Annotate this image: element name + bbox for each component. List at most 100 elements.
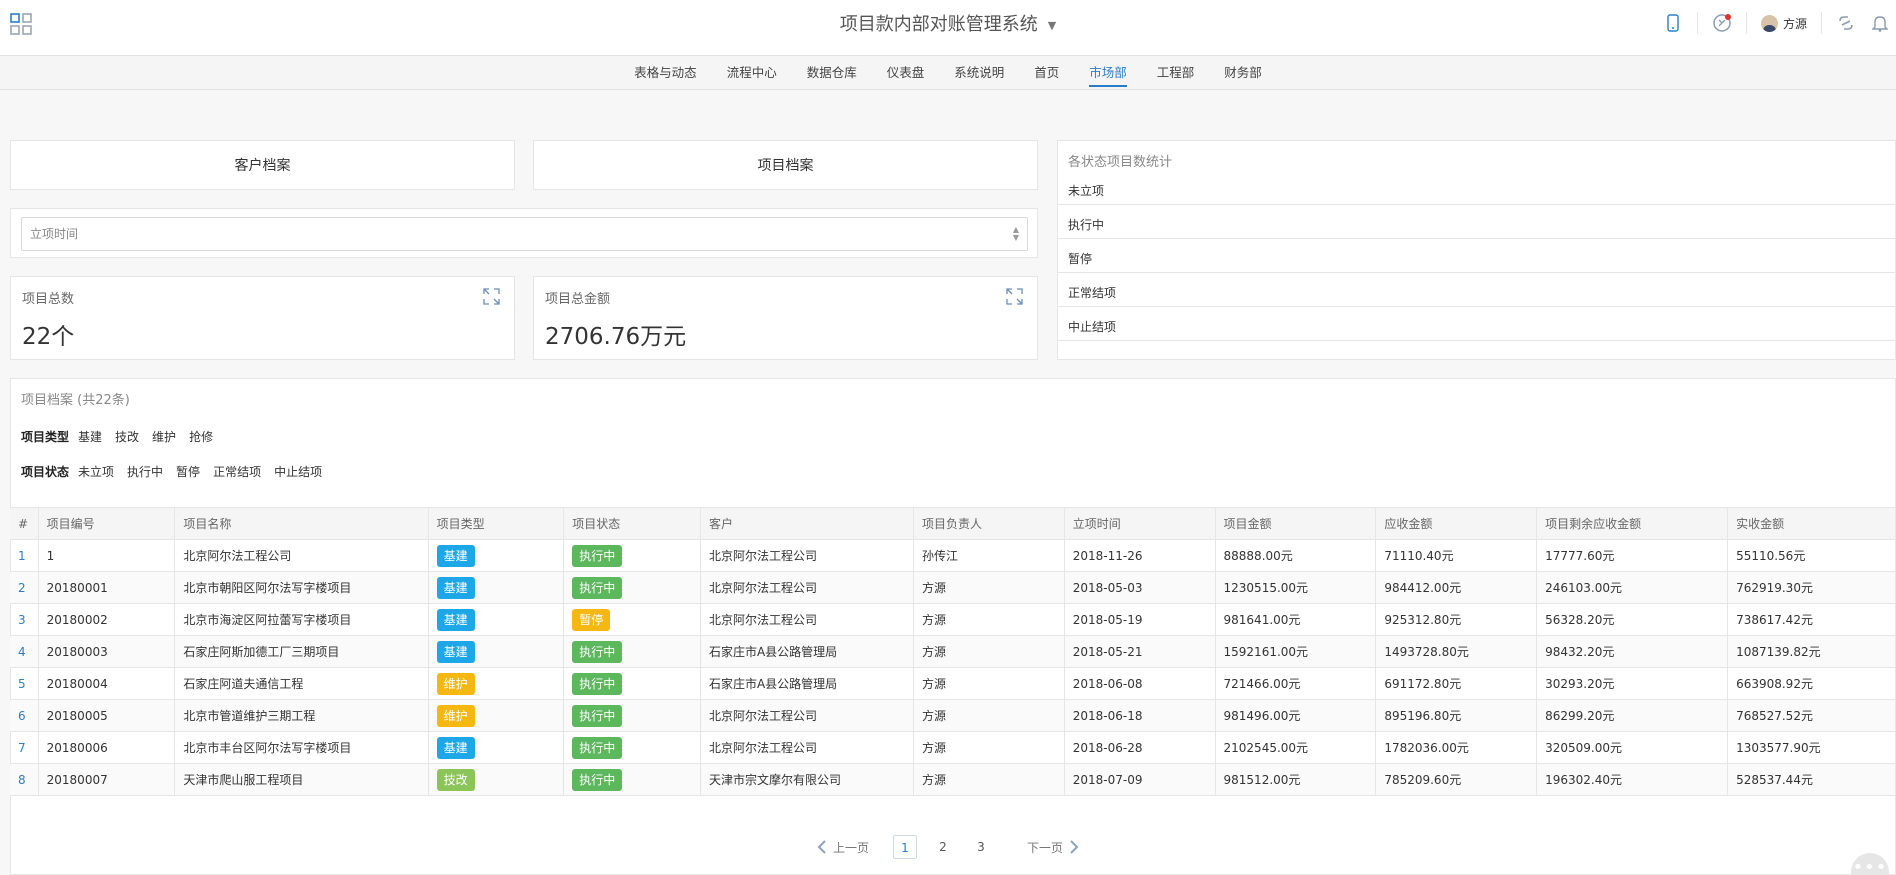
table-row[interactable]: 7 20180006 北京市丰台区阿尔法写字楼项目 基建 执行中 北京阿尔法工程公司 方源 2… <box>10 731 1896 764</box>
project-count-value: 22个 <box>22 324 75 350</box>
table-row[interactable]: 8 20180007 天津市爬山服工程项目 技改 执行中 天津市宗文摩尔有限公司 方源 201… <box>10 763 1896 796</box>
bell-icon[interactable] <box>1870 13 1890 33</box>
table-row[interactable]: 4 20180003 石家庄阿斯加德工厂三期项目 基建 执行中 石家庄市A县公路管理局 方源… <box>10 635 1896 668</box>
column-header[interactable]: 实收金额 <box>1727 507 1896 540</box>
table-cell: 北京市朝阳区阿尔法写字楼项目 <box>174 571 429 604</box>
status-badge: 执行中 <box>572 672 623 695</box>
table-cell: 984412.00元 <box>1375 571 1538 604</box>
page-button[interactable]: 3 <box>969 835 993 859</box>
table-cell: 20180006 <box>38 731 176 764</box>
customer-archive-button[interactable]: 客户档案 <box>10 140 515 190</box>
type-filter-option[interactable]: 基建 <box>78 428 102 445</box>
phone-icon[interactable] <box>1663 13 1683 33</box>
column-header[interactable]: # <box>10 507 39 540</box>
type-badge: 技改 <box>436 768 475 791</box>
table-cell: 北京阿尔法工程公司 <box>700 731 915 764</box>
column-header[interactable]: 应收金额 <box>1375 507 1538 540</box>
table-cell: 8 <box>10 763 39 796</box>
status-filter-option[interactable]: 执行中 <box>127 463 163 480</box>
status-badge: 执行中 <box>572 768 623 791</box>
divider <box>1696 12 1698 34</box>
column-header[interactable]: 立项时间 <box>1064 507 1216 540</box>
page-button[interactable]: 2 <box>931 835 955 859</box>
nav-item[interactable]: 工程部 <box>1142 56 1210 89</box>
app-title[interactable]: 项目款内部对账管理系统 ▼ <box>0 10 1896 36</box>
nav-item[interactable]: 表格与动态 <box>619 56 712 89</box>
notification-dot-icon[interactable] <box>1712 13 1732 33</box>
status-filter-option[interactable]: 中止结项 <box>274 463 322 480</box>
type-filter-label: 项目类型 <box>21 430 70 444</box>
expand-icon[interactable] <box>483 288 500 305</box>
table-cell: 3 <box>10 603 39 636</box>
chevron-down-icon[interactable]: ▼ <box>1048 19 1056 32</box>
page-button[interactable]: 1 <box>893 835 917 859</box>
nav-item[interactable]: 仪表盘 <box>872 56 940 89</box>
column-header[interactable]: 项目负责人 <box>913 507 1065 540</box>
column-header[interactable]: 项目金额 <box>1215 507 1377 540</box>
type-filter-option[interactable]: 抢修 <box>189 428 213 445</box>
column-header[interactable]: 客户 <box>700 507 915 540</box>
column-header[interactable]: 项目名称 <box>174 507 429 540</box>
status-stats-card: 各状态项目数统计 未立项 执行中 暂停 正常结项 中止结项 <box>1057 140 1896 360</box>
table-row[interactable]: 6 20180005 北京市管道维护三期工程 维护 执行中 北京阿尔法工程公司 方源 2018… <box>10 699 1896 732</box>
table-cell: 4 <box>10 635 39 668</box>
type-badge: 基建 <box>436 544 475 567</box>
nav-item[interactable]: 数据仓库 <box>792 56 872 89</box>
table-cell: 20180005 <box>38 699 176 732</box>
table-header-row: # 项目编号 项目名称 项目类型 项目状态 客户 项目负责人 立项时间 项目金额 应收金额 项目剩余… <box>10 507 1896 540</box>
next-page-label: 下一页 <box>1027 840 1064 855</box>
table-cell: 孙传江 <box>913 539 1065 572</box>
prev-page-button[interactable]: 上一页 <box>817 839 869 856</box>
divider <box>1745 12 1747 34</box>
table-cell: 2018-07-09 <box>1064 763 1216 796</box>
nav-item[interactable]: 财务部 <box>1209 56 1277 89</box>
link-icon[interactable] <box>1836 13 1856 33</box>
user-menu[interactable]: 方源 <box>1760 14 1807 32</box>
column-header[interactable]: 项目剩余应收金额 <box>1536 507 1729 540</box>
expand-icon[interactable] <box>1006 288 1023 305</box>
table-cell: 天津市爬山服工程项目 <box>174 763 429 796</box>
table-row[interactable]: 5 20180004 石家庄阿道夫通信工程 维护 执行中 石家庄市A县公路管理局 方源 201… <box>10 667 1896 700</box>
table-cell: 执行中 <box>563 635 701 668</box>
nav-item[interactable]: 市场部 <box>1074 56 1142 89</box>
project-date-placeholder: 立项时间 <box>30 227 79 241</box>
table-cell: 维护 <box>428 667 565 700</box>
table-cell: 88888.00元 <box>1215 539 1377 572</box>
type-filter-option[interactable]: 维护 <box>152 428 176 445</box>
next-page-button[interactable]: 下一页 <box>1027 839 1079 856</box>
project-archive-label: 项目档案 <box>757 158 814 174</box>
status-filter-option[interactable]: 正常结项 <box>213 463 261 480</box>
table-cell: 石家庄市A县公路管理局 <box>700 635 915 668</box>
project-date-select[interactable]: 立项时间 ▲ ▼ <box>21 217 1028 251</box>
table-cell: 方源 <box>913 667 1065 700</box>
column-header[interactable]: 项目类型 <box>428 507 565 540</box>
project-amount-card: 项目总金额 2706.76万元 <box>533 276 1038 360</box>
nav-item[interactable]: 系统说明 <box>939 56 1019 89</box>
table-cell: 1087139.82元 <box>1727 635 1896 668</box>
project-archive-button[interactable]: 项目档案 <box>533 140 1038 190</box>
prev-page-label: 上一页 <box>832 840 869 855</box>
table-cell: 6 <box>10 699 39 732</box>
table-cell: 20180004 <box>38 667 176 700</box>
status-badge: 暂停 <box>572 608 611 631</box>
table-row[interactable]: 2 20180001 北京市朝阳区阿尔法写字楼项目 基建 执行中 北京阿尔法工程公司 方源 2… <box>10 571 1896 604</box>
table-cell: 5 <box>10 667 39 700</box>
table-cell: 738617.42元 <box>1727 603 1896 636</box>
table-cell: 北京阿尔法工程公司 <box>700 571 915 604</box>
column-header[interactable]: 项目状态 <box>563 507 701 540</box>
more-button[interactable]: ••• <box>1851 853 1889 875</box>
type-badge: 基建 <box>436 576 475 599</box>
nav-item[interactable]: 首页 <box>1019 56 1074 89</box>
status-filter-option[interactable]: 暂停 <box>176 463 200 480</box>
type-badge: 维护 <box>436 672 475 695</box>
table-cell: 执行中 <box>563 731 701 764</box>
status-filter-option[interactable]: 未立项 <box>78 463 114 480</box>
table-cell: 2 <box>10 571 39 604</box>
table-cell: 2018-05-21 <box>1064 635 1216 668</box>
table-row[interactable]: 3 20180002 北京市海淀区阿拉蕾写字楼项目 基建 暂停 北京阿尔法工程公司 方源 20… <box>10 603 1896 636</box>
type-filter-option[interactable]: 技改 <box>115 428 139 445</box>
nav-item[interactable]: 流程中心 <box>712 56 792 89</box>
table-cell: 北京阿尔法工程公司 <box>700 539 915 572</box>
column-header[interactable]: 项目编号 <box>38 507 176 540</box>
table-row[interactable]: 1 1 北京阿尔法工程公司 基建 执行中 北京阿尔法工程公司 孙传江 2018-11-26 88… <box>10 539 1896 572</box>
